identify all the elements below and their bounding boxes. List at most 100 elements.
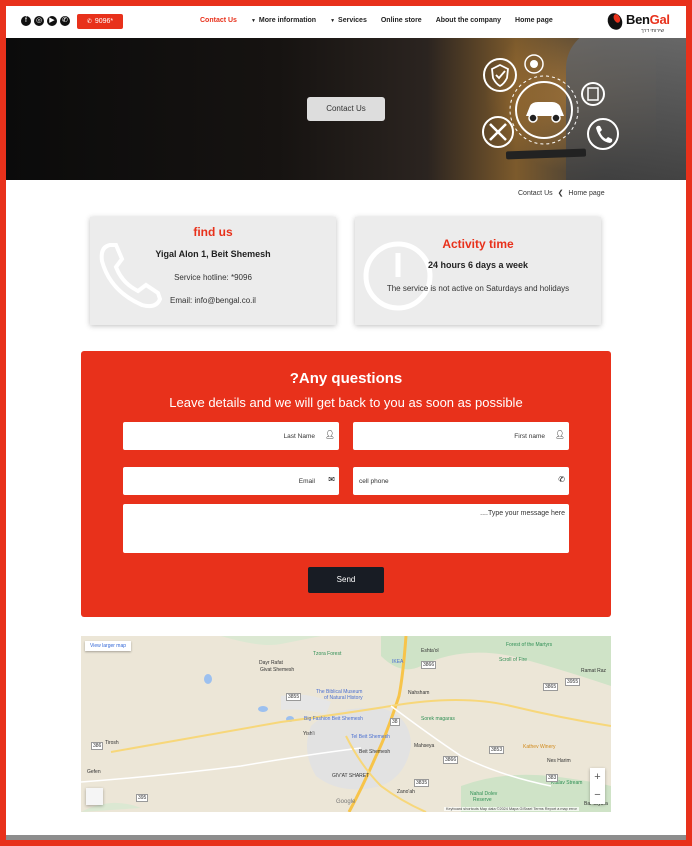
road-sign: 395: [136, 794, 149, 802]
last-name-placeholder: Last Name: [283, 433, 315, 440]
message-textarea[interactable]: ....Type your message here: [123, 504, 569, 553]
road-sign: 38: [390, 718, 400, 726]
breadcrumb-current: Contact Us: [518, 190, 553, 197]
map-label: Beit Shemesh: [359, 749, 391, 755]
map-zoom-controls: + −: [590, 768, 605, 804]
map-attribution[interactable]: Keyboard shortcuts Map data ©2024 Mapa G…: [444, 807, 579, 811]
facebook-icon[interactable]: f: [21, 16, 31, 26]
map-label: Big Fashion Beit Shemesh: [304, 716, 363, 722]
road-sign: 3866: [443, 756, 459, 764]
caret-down-icon: ▼: [250, 18, 256, 24]
map-label: Tel Beit Shemesh: [351, 734, 390, 740]
contact-form: ?Any questions Leave details and we will…: [81, 351, 611, 617]
map-label: Dayr Rafat: [259, 660, 283, 666]
nav-contact-us[interactable]: Contact Us: [200, 17, 237, 24]
map-label: Mahseya: [414, 743, 435, 749]
zoom-out-button[interactable]: −: [590, 786, 605, 804]
nav-online-store[interactable]: Online store: [381, 17, 422, 24]
hero-banner: Contact Us: [6, 38, 686, 180]
map-label: of Natural History: [324, 695, 363, 701]
phone-placeholder: cell phone: [359, 478, 389, 485]
person-icon: 👤︎: [554, 430, 565, 439]
map-label: Kathev Winery: [523, 744, 556, 750]
phone-icon: ✆: [86, 19, 92, 25]
logo-mark: [605, 10, 625, 33]
hotline-button[interactable]: ✆ 9096*: [77, 14, 123, 29]
breadcrumb-separator: ❮: [557, 190, 564, 197]
road-sign: 3835: [414, 779, 430, 787]
nav-label: Contact Us: [200, 17, 237, 24]
google-logo: Google: [336, 799, 356, 805]
view-larger-map-link[interactable]: View larger map: [85, 641, 132, 651]
tools-icon: [489, 123, 507, 141]
map-label: Scroll of Fire: [499, 657, 528, 663]
document-icon: [587, 87, 599, 101]
nav-label: Services: [338, 17, 367, 24]
road-sign: 3865: [543, 683, 559, 691]
activity-title: Activity time: [442, 237, 514, 251]
bengal-logo[interactable]: BenGal שירותי דרך: [605, 10, 679, 34]
first-name-field[interactable]: First name 👤︎: [353, 422, 569, 450]
map-label: Eshta'ol: [421, 648, 439, 654]
email-field[interactable]: Email ✉: [123, 467, 339, 495]
map-label: Ramat Raz: [581, 668, 607, 674]
send-button[interactable]: Send: [308, 567, 384, 593]
map-label: Reserve: [473, 797, 492, 803]
logo-name: BenGal: [626, 12, 670, 27]
whatsapp-icon[interactable]: ✆: [60, 16, 70, 26]
map-canvas: [81, 636, 611, 812]
nav-label: More information: [258, 17, 317, 24]
find-us-title: find us: [193, 225, 233, 239]
site-header: f ◎ ▶ ✆ ✆ 9096* Contact Us ▼ More informat…: [6, 6, 686, 38]
document-ring-icon: [581, 82, 605, 106]
social-links: f ◎ ▶ ✆: [21, 16, 70, 26]
phone-icon: ✆: [558, 475, 565, 484]
find-us-card: find us Yigal Alon 1, Beit Shemesh Servi…: [90, 217, 336, 325]
find-us-hotline: Service hotline: *9096: [174, 273, 252, 282]
breadcrumb-home-link[interactable]: Home page: [568, 190, 604, 197]
map-label: Givat Shemesh: [260, 667, 295, 673]
hotline-label: 9096*: [94, 18, 114, 25]
map-label: Yish'i: [303, 731, 315, 737]
map-label: Forest of the Martyrs: [506, 642, 553, 648]
map-label: Tirosh: [105, 740, 119, 746]
zoom-in-button[interactable]: +: [590, 768, 605, 786]
map-label: Sorek magaras: [421, 716, 455, 722]
road-sign: 3955: [565, 678, 581, 686]
youtube-icon[interactable]: ▶: [47, 16, 57, 26]
nav-more-information[interactable]: ▼ More information: [251, 17, 316, 24]
activity-time-card: Activity time 24 hours 6 days a week The…: [355, 217, 601, 325]
phone-ring-icon: [587, 118, 619, 150]
nav-services[interactable]: ▼ Services: [330, 17, 367, 24]
logo-tagline: שירותי דרך: [641, 28, 665, 34]
map-label: Nahsham: [408, 690, 430, 696]
find-us-email: Email: info@bengal.co.il: [170, 296, 256, 305]
road-sign: 383: [546, 774, 559, 782]
form-title: ?Any questions: [289, 370, 403, 387]
road-sign: 3853: [489, 746, 505, 754]
last-name-field[interactable]: Last Name 👤︎: [123, 422, 339, 450]
hero-contact-button[interactable]: Contact Us: [307, 97, 385, 121]
page: f ◎ ▶ ✆ ✆ 9096* Contact Us ▼ More informat…: [6, 6, 686, 835]
phone-field[interactable]: cell phone ✆: [353, 467, 569, 495]
instagram-icon[interactable]: ◎: [34, 16, 44, 26]
road-sign: 3866: [421, 661, 437, 669]
activity-hours: 24 hours 6 days a week: [427, 260, 529, 270]
breadcrumb: Contact Us ❮ Home page: [518, 189, 605, 197]
caret-down-icon: ▼: [330, 18, 336, 24]
phone-icon: [596, 125, 613, 143]
nav-label: Home page: [515, 17, 553, 24]
street-view-pegman-icon[interactable]: [86, 788, 103, 805]
map-label: Nes Harim: [547, 758, 571, 764]
map-label: Gefen: [87, 769, 101, 775]
envelope-icon: ✉: [328, 475, 335, 484]
google-map[interactable]: View larger map Tzora Forest Eshta'ol Fo…: [81, 636, 611, 812]
nav-home-page[interactable]: Home page: [515, 17, 553, 24]
map-label: GIV'AT SHARET: [332, 773, 370, 779]
map-label: Tzora Forest: [313, 651, 342, 657]
nav-about-company[interactable]: About the company: [436, 17, 501, 24]
services-graphic: [482, 54, 619, 150]
activity-note: The service is not active on Saturdays a…: [386, 284, 570, 293]
road-sign: 386: [91, 742, 104, 750]
email-placeholder: Email: [298, 478, 315, 485]
